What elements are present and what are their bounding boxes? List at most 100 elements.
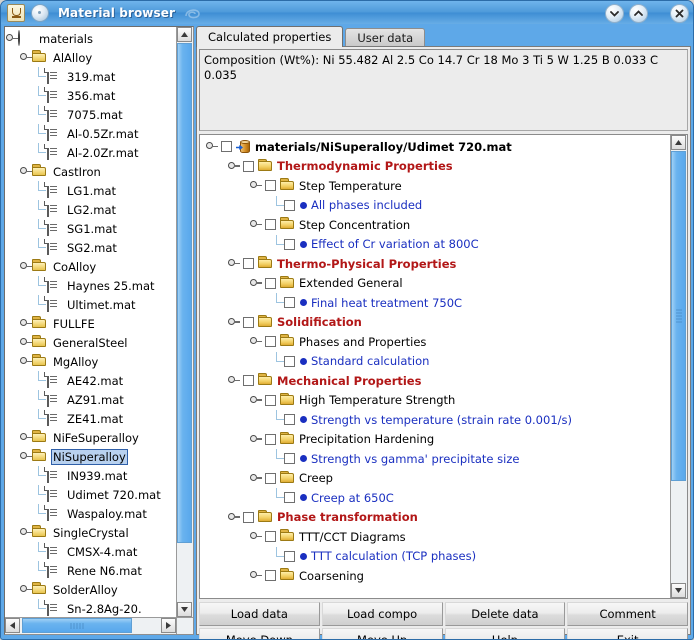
property-item-high-temperature-strength[interactable]: High Temperature Strength	[200, 391, 670, 411]
property-tree-vscrollbar[interactable]	[670, 135, 687, 598]
collapse-handle-icon[interactable]	[19, 450, 32, 463]
property-item-standard-calculation[interactable]: Standard calculation	[200, 351, 670, 372]
property-checkbox[interactable]	[265, 531, 276, 543]
property-item-ttt-calculation-tcp-phases[interactable]: TTT calculation (TCP phases)	[200, 546, 670, 567]
material-tree[interactable]: materials AlAlloy 319.mat 356.mat 7075.mat Al…	[5, 27, 177, 617]
collapse-handle-icon[interactable]	[249, 472, 262, 485]
comment-button[interactable]: Comment	[567, 602, 688, 626]
tree-item-waspaloy-mat[interactable]: Waspaloy.mat	[5, 504, 177, 523]
property-checkbox[interactable]	[265, 394, 276, 406]
property-item-final-heat-treatment-750c[interactable]: Final heat treatment 750C	[200, 293, 670, 313]
property-checkbox[interactable]	[284, 550, 295, 562]
property-checkbox[interactable]	[284, 492, 295, 504]
expand-handle-icon[interactable]	[19, 317, 32, 330]
collapse-handle-icon[interactable]	[249, 335, 262, 348]
material-tree-vscrollbar[interactable]	[176, 27, 193, 617]
collapse-handle-icon[interactable]	[249, 394, 262, 407]
property-tree[interactable]: materials/NiSuperalloy/Udimet 720.mat The…	[200, 135, 670, 598]
property-item-effect-of-cr-variation-at-800c[interactable]: Effect of Cr variation at 800C	[200, 234, 670, 255]
tab-calculated-properties[interactable]: Calculated properties	[196, 26, 344, 47]
property-checkbox[interactable]	[243, 511, 254, 523]
property-checkbox[interactable]	[284, 238, 295, 250]
tree-item-alalloy[interactable]: AlAlloy	[5, 48, 177, 67]
delete-data-button[interactable]: Delete data	[444, 602, 566, 626]
help-button[interactable]: Help	[444, 628, 566, 639]
property-checkbox[interactable]	[243, 375, 254, 387]
composition-textarea[interactable]: Composition (Wt%): Ni 55.482 Al 2.5 Co 1…	[199, 49, 688, 131]
property-item-coarsening[interactable]: Coarsening	[200, 566, 670, 586]
scroll-thumb[interactable]	[671, 151, 686, 481]
scroll-left-button[interactable]	[5, 618, 20, 633]
property-checkbox[interactable]	[243, 316, 254, 328]
property-checkbox[interactable]	[243, 258, 254, 270]
collapse-handle-icon[interactable]	[249, 530, 262, 543]
tree-item-haynes-25-mat[interactable]: Haynes 25.mat	[5, 276, 177, 295]
collapse-handle-icon[interactable]	[19, 51, 32, 64]
property-item-materials-nisuperalloy-udimet-720-mat[interactable]: materials/NiSuperalloy/Udimet 720.mat	[200, 137, 670, 157]
property-item-phases-and-properties[interactable]: Phases and Properties	[200, 332, 670, 352]
collapse-handle-icon[interactable]	[249, 433, 262, 446]
tree-item-356-mat[interactable]: 356.mat	[5, 86, 177, 105]
expand-handle-icon[interactable]	[19, 431, 32, 444]
property-item-mechanical-properties[interactable]: Mechanical Properties	[200, 371, 670, 391]
property-item-thermo-physical-properties[interactable]: Thermo-Physical Properties	[200, 254, 670, 274]
tree-item-cmsx-4-mat[interactable]: CMSX-4.mat	[5, 542, 177, 561]
collapse-handle-icon[interactable]	[249, 218, 262, 231]
tree-item-nifesuperalloy[interactable]: NiFeSuperalloy	[5, 428, 177, 447]
window-menu-icon[interactable]	[31, 3, 49, 22]
scroll-right-button[interactable]	[161, 618, 176, 633]
tree-item-coalloy[interactable]: CoAlloy	[5, 257, 177, 276]
tree-item-ultimet-mat[interactable]: Ultimet.mat	[5, 295, 177, 314]
material-tree-hscrollbar[interactable]	[5, 617, 176, 634]
property-checkbox[interactable]	[243, 160, 254, 172]
property-checkbox[interactable]	[284, 453, 295, 465]
property-checkbox[interactable]	[221, 141, 232, 153]
property-item-thermodynamic-properties[interactable]: Thermodynamic Properties	[200, 157, 670, 177]
tree-item-sg2-mat[interactable]: SG2.mat	[5, 238, 177, 257]
property-item-step-temperature[interactable]: Step Temperature	[200, 176, 670, 196]
load-data-button[interactable]: Load data	[199, 602, 320, 626]
tree-item-319-mat[interactable]: 319.mat	[5, 67, 177, 86]
tree-item-materials[interactable]: materials	[5, 29, 177, 48]
collapse-handle-icon[interactable]	[249, 277, 262, 290]
collapse-handle-icon[interactable]	[249, 179, 262, 192]
property-checkbox[interactable]	[284, 355, 295, 367]
property-checkbox[interactable]	[265, 570, 276, 582]
tree-item-generalsteel[interactable]: GeneralSteel	[5, 333, 177, 352]
close-button[interactable]	[670, 4, 689, 23]
collapse-handle-icon[interactable]	[19, 526, 32, 539]
expand-handle-icon[interactable]	[19, 336, 32, 349]
property-checkbox[interactable]	[265, 180, 276, 192]
collapse-handle-icon[interactable]	[19, 355, 32, 368]
tree-item-7075-mat[interactable]: 7075.mat	[5, 105, 177, 124]
load-compo-button[interactable]: Load compo	[321, 602, 443, 626]
scroll-up-button[interactable]	[671, 135, 686, 150]
property-checkbox[interactable]	[284, 297, 295, 309]
minimize-button[interactable]	[605, 4, 624, 23]
tree-item-singlecrystal[interactable]: SingleCrystal	[5, 523, 177, 542]
property-checkbox[interactable]	[265, 472, 276, 484]
property-item-ttt-cct-diagrams[interactable]: TTT/CCT Diagrams	[200, 527, 670, 547]
property-checkbox[interactable]	[265, 219, 276, 231]
collapse-handle-icon[interactable]	[227, 374, 240, 387]
tree-item-sn-2-8ag-20[interactable]: Sn-2.8Ag-20.	[5, 599, 177, 617]
tab-user-data[interactable]: User data	[345, 28, 426, 47]
tree-item-sg1-mat[interactable]: SG1.mat	[5, 219, 177, 238]
collapse-handle-icon[interactable]	[227, 316, 240, 329]
property-checkbox[interactable]	[284, 199, 295, 211]
tree-item-nisuperalloy[interactable]: NiSuperalloy	[5, 447, 177, 466]
tree-item-al-0-5zr-mat[interactable]: Al-0.5Zr.mat	[5, 124, 177, 143]
tree-item-mgalloy[interactable]: MgAlloy	[5, 352, 177, 371]
scroll-up-button[interactable]	[177, 27, 192, 42]
property-item-phase-transformation[interactable]: Phase transformation	[200, 508, 670, 528]
maximize-button[interactable]	[629, 4, 648, 23]
property-item-precipitation-hardening[interactable]: Precipitation Hardening	[200, 430, 670, 450]
move-down-button[interactable]: Move Down	[199, 628, 320, 639]
scroll-down-button[interactable]	[177, 602, 192, 617]
tree-item-ze41-mat[interactable]: ZE41.mat	[5, 409, 177, 428]
collapse-handle-icon[interactable]	[205, 140, 218, 153]
move-up-button[interactable]: Move Up	[321, 628, 443, 639]
tree-item-lg2-mat[interactable]: LG2.mat	[5, 200, 177, 219]
tree-item-castiron[interactable]: CastIron	[5, 162, 177, 181]
tree-item-rene-n6-mat[interactable]: Rene N6.mat	[5, 561, 177, 580]
